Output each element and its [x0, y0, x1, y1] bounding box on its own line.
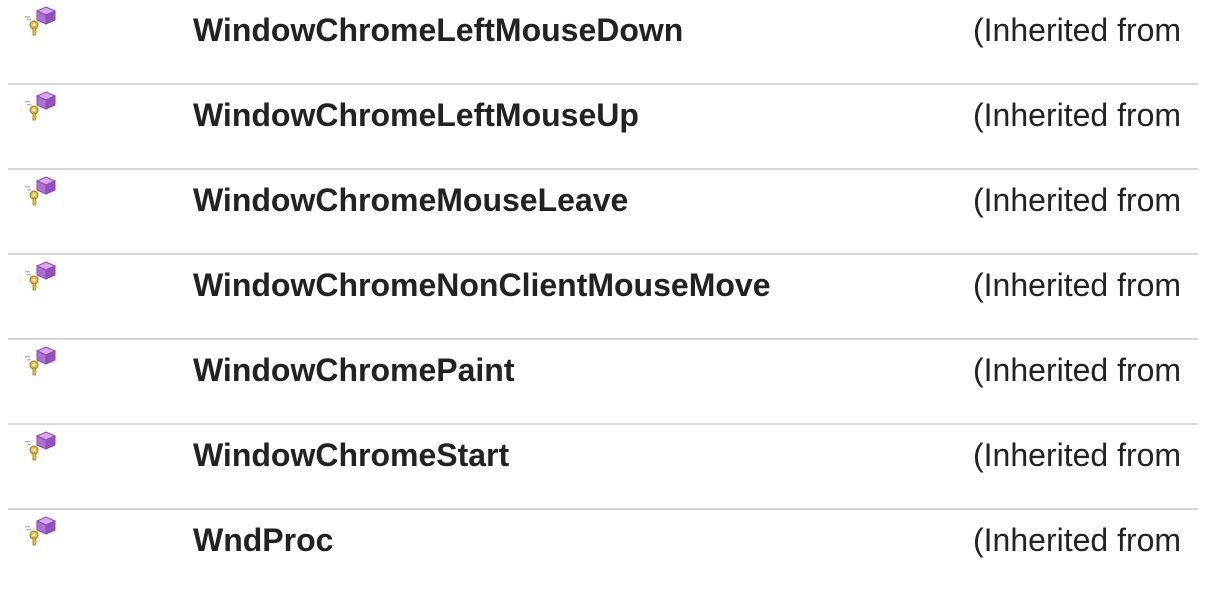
member-name-link[interactable]: WindowChromeStart [193, 437, 509, 474]
protected-method-icon [24, 346, 60, 376]
table-row: WindowChromeStart (Inherited from [8, 425, 1198, 510]
protected-method-icon [24, 516, 60, 546]
member-name-link[interactable]: WindowChromeLeftMouseDown [193, 12, 683, 49]
protected-method-icon [24, 91, 60, 121]
table-row: WindowChromeLeftMouseUp (Inherited from [8, 85, 1198, 170]
protected-method-icon [24, 6, 60, 36]
member-name-link[interactable]: WndProc [193, 522, 333, 559]
protected-method-icon [24, 431, 60, 461]
members-table: WindowChromeLeftMouseDown (Inherited fro… [8, 0, 1198, 593]
protected-method-icon [24, 261, 60, 291]
protected-method-icon [24, 176, 60, 206]
member-description: (Inherited from [973, 12, 1182, 48]
table-row: WindowChromePaint (Inherited from [8, 340, 1198, 425]
member-description: (Inherited from [973, 267, 1182, 303]
member-name-link[interactable]: WindowChromeNonClientMouseMove [193, 267, 770, 304]
member-description: (Inherited from [973, 352, 1182, 388]
member-description: (Inherited from [973, 437, 1182, 473]
table-row: WndProc (Inherited from [8, 510, 1198, 593]
table-row: WindowChromeLeftMouseDown (Inherited fro… [8, 0, 1198, 85]
member-name-link[interactable]: WindowChromeLeftMouseUp [193, 97, 639, 134]
table-row: WindowChromeMouseLeave (Inherited from [8, 170, 1198, 255]
table-row: WindowChromeNonClientMouseMove (Inherite… [8, 255, 1198, 340]
member-name-link[interactable]: WindowChromePaint [193, 352, 514, 389]
member-description: (Inherited from [973, 97, 1182, 133]
member-description: (Inherited from [973, 522, 1182, 558]
member-name-link[interactable]: WindowChromeMouseLeave [193, 182, 628, 219]
member-description: (Inherited from [973, 182, 1182, 218]
